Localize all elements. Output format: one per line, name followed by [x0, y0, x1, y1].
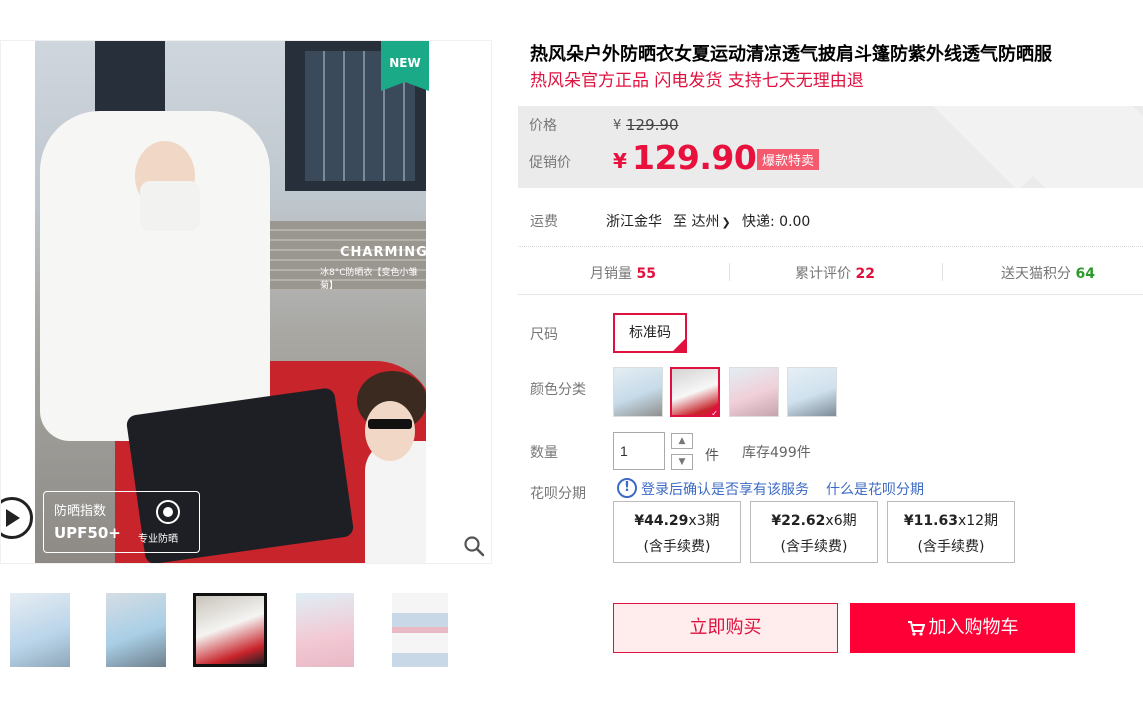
uv-value: UPF50+	[54, 524, 121, 542]
zoom-icon[interactable]	[463, 535, 485, 557]
divider	[518, 294, 1143, 295]
points-label: 送天猫积分	[1001, 266, 1072, 282]
monthly-sales-value: 55	[636, 266, 656, 282]
thumbnail-3[interactable]	[193, 593, 267, 667]
thumbnail-5[interactable]	[392, 593, 448, 667]
total-reviews[interactable]: 累计评价 22	[735, 263, 935, 283]
buy-now-button[interactable]: 立即购买	[613, 603, 838, 653]
original-price-currency: ¥	[613, 118, 622, 133]
color-option-1[interactable]	[613, 367, 663, 417]
quantity-input[interactable]	[613, 432, 665, 470]
huabei-help-link[interactable]: 什么是花呗分期	[826, 479, 924, 499]
monthly-sales-label: 月销量	[590, 266, 633, 282]
color-option-3[interactable]	[729, 367, 779, 417]
huabei-plan-amount: ¥22.62	[771, 513, 826, 529]
chevron-down-icon[interactable]: ❯	[721, 216, 730, 229]
quantity-decrease-button[interactable]: ▼	[671, 454, 693, 470]
promo-price: 129.90	[632, 138, 757, 177]
add-to-cart-button[interactable]: 加入购物车	[850, 603, 1075, 653]
size-option-standard[interactable]: 标准码	[613, 313, 687, 353]
info-icon: !	[617, 478, 637, 498]
huabei-notice[interactable]: 登录后确认是否享有该服务	[641, 479, 809, 499]
sun-icon	[156, 500, 180, 524]
price-box	[518, 106, 1143, 188]
quantity-label: 数量	[530, 445, 558, 461]
huabei-plan-period: x6期	[825, 513, 857, 529]
reviews-label: 累计评价	[795, 266, 852, 282]
add-to-cart-label: 加入购物车	[928, 617, 1019, 638]
photo-sunglasses	[368, 419, 412, 429]
huabei-plan-3[interactable]: ¥44.29x3期 (含手续费)	[613, 501, 741, 563]
huabei-plan-amount: ¥11.63	[903, 513, 958, 529]
size-label: 尺码	[530, 327, 558, 343]
huabei-plan-fee: (含手续费)	[643, 539, 711, 555]
quantity-increase-button[interactable]: ▲	[671, 433, 693, 449]
photo-mask	[140, 181, 200, 231]
divider	[518, 246, 1143, 247]
main-product-image[interactable]: CHARMING 冰8°C防晒衣【变色小雏菊】 防晒指数 UPF50+ 专业防晒…	[0, 40, 492, 564]
huabei-plan-6[interactable]: ¥22.62x6期 (含手续费)	[750, 501, 878, 563]
promo-price-currency: ¥	[613, 149, 627, 173]
product-subtitle: 热风朵官方正品 闪电发货 支持七天无理由退	[530, 71, 864, 91]
stat-separator	[942, 263, 943, 281]
image-right-margin	[426, 41, 491, 563]
shipping-express: 快递: 0.00	[742, 214, 811, 230]
uv-index-box: 防晒指数 UPF50+ 专业防晒	[43, 491, 200, 553]
huabei-plan-period: x3期	[688, 513, 720, 529]
product-photo: CHARMING 冰8°C防晒衣【变色小雏菊】 防晒指数 UPF50+ 专业防晒	[35, 41, 426, 563]
price-label: 价格	[529, 118, 557, 134]
promo-price-label: 促销价	[529, 155, 571, 171]
huabei-label: 花呗分期	[530, 486, 586, 502]
huabei-plan-fee: (含手续费)	[917, 539, 985, 555]
cart-icon	[907, 621, 925, 636]
shipping-to[interactable]: 至 达州	[673, 214, 719, 230]
huabei-plan-12[interactable]: ¥11.63x12期 (含手续费)	[887, 501, 1015, 563]
color-option-2[interactable]	[670, 367, 720, 417]
size-option-label: 标准码	[629, 325, 671, 341]
shipping-from: 浙江金华	[606, 214, 662, 230]
thumbnail-4[interactable]	[296, 593, 354, 667]
product-title: 热风朵户外防晒衣女夏运动清凉透气披肩斗篷防紫外线透气防晒服	[530, 44, 1052, 65]
uv-pro-label: 专业防晒	[138, 534, 178, 545]
thumbnail-1[interactable]	[10, 593, 70, 667]
huabei-plan-fee: (含手续费)	[780, 539, 848, 555]
image-left-margin	[1, 41, 35, 563]
uv-title: 防晒指数	[54, 504, 107, 519]
shipping-label: 运费	[530, 214, 558, 230]
thumbnail-2[interactable]	[106, 593, 166, 667]
original-price: 129.90	[626, 116, 679, 134]
monthly-sales: 月销量 55	[523, 263, 723, 283]
stock-count: 库存499件	[742, 445, 811, 461]
color-label: 颜色分类	[530, 382, 586, 398]
shipping-destination[interactable]: 至 达州 ❯	[673, 211, 731, 231]
charming-text: CHARMING	[340, 245, 426, 260]
points-value: 64	[1075, 266, 1095, 282]
photo-man-face	[365, 401, 415, 461]
selected-check-icon	[673, 339, 685, 351]
charming-subtext: 冰8°C防晒衣【变色小雏菊】	[320, 268, 418, 291]
huabei-plan-period: x12期	[957, 513, 999, 529]
huabei-plan-amount: ¥44.29	[634, 513, 689, 529]
stat-separator	[729, 263, 730, 281]
quantity-unit: 件	[705, 448, 719, 464]
color-option-4[interactable]	[787, 367, 837, 417]
reviews-value: 22	[855, 266, 875, 282]
tmall-points: 送天猫积分 64	[948, 263, 1143, 283]
hot-sale-tag: 爆款特卖	[757, 149, 820, 170]
